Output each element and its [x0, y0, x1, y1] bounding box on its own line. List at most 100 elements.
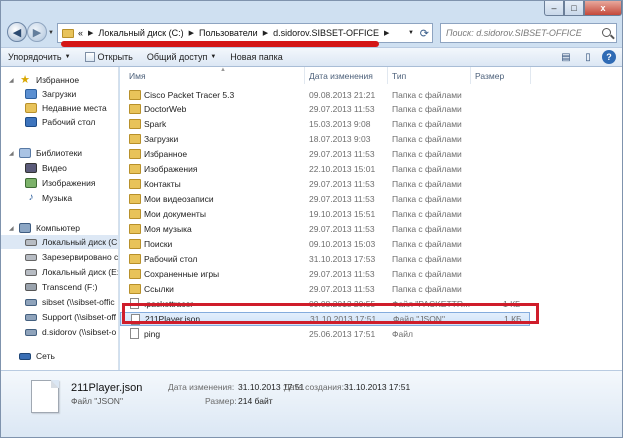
- recent-pages-dropdown[interactable]: ▼: [48, 30, 54, 36]
- file-name: Поиски: [144, 239, 173, 249]
- column-header-name[interactable]: Имя ▲: [120, 67, 305, 84]
- preview-pane-icon[interactable]: ▯: [580, 50, 596, 65]
- folder-icon: [129, 239, 141, 249]
- search-input[interactable]: Поиск: d.sidorov.SIBSET-OFFICE: [440, 23, 617, 43]
- collapse-triangle-icon[interactable]: ◢: [9, 225, 14, 232]
- breadcrumb-users[interactable]: Пользователи: [199, 28, 258, 38]
- nav-support-share[interactable]: Support (\\sibset-off: [1, 310, 118, 324]
- document-icon: [31, 380, 59, 413]
- file-row[interactable]: Spark 15.03.2013 9:08 Папка с файлами: [120, 117, 530, 131]
- nav-downloads[interactable]: Загрузки: [1, 87, 118, 101]
- nav-reserved-drive[interactable]: Зарезервировано с: [1, 250, 118, 264]
- file-type: Папка с файлами: [392, 164, 462, 174]
- minimize-button[interactable]: –: [544, 1, 564, 16]
- collapse-triangle-icon[interactable]: ◢: [9, 77, 14, 84]
- open-button[interactable]: Открыть: [78, 47, 140, 67]
- column-header-size[interactable]: Размер: [471, 67, 531, 84]
- nav-drive-e[interactable]: Локальный диск (E:: [1, 265, 118, 279]
- nav-label: Музыка: [42, 193, 73, 203]
- nav-label: Сеть: [36, 351, 55, 361]
- file-row[interactable]: Поиски 09.10.2013 15:03 Папка с файлами: [120, 237, 530, 251]
- file-row[interactable]: Рабочий стол 31.10.2013 17:53 Папка с файл…: [120, 252, 530, 266]
- nav-videos[interactable]: Видео: [1, 161, 118, 175]
- address-dropdown-icon[interactable]: ▼: [408, 30, 414, 36]
- file-row[interactable]: Моя музыка 29.07.2013 11:53 Папка с файлам…: [120, 222, 530, 236]
- help-icon[interactable]: ?: [602, 50, 616, 64]
- folder-icon: [129, 134, 141, 144]
- details-created-label: Дата создания:: [284, 382, 344, 392]
- file-row[interactable]: Загрузки 18.07.2013 9:03 Папка с файлами: [120, 132, 530, 146]
- file-type: Папка с файлами: [392, 269, 462, 279]
- breadcrumb-separator-icon[interactable]: ▶: [189, 29, 194, 37]
- breadcrumb-separator-icon[interactable]: ▶: [88, 29, 93, 37]
- file-type: Папка с файлами: [392, 194, 462, 204]
- file-row[interactable]: Мои документы 19.10.2013 15:51 Папка с фай…: [120, 207, 530, 221]
- file-row[interactable]: Изображения 22.10.2013 15:01 Папка с файла…: [120, 162, 530, 176]
- nav-label: sibset (\\sibset-offic: [42, 297, 115, 307]
- new-folder-button[interactable]: Новая папка: [223, 47, 289, 67]
- nav-libraries[interactable]: ◢ Библиотеки: [1, 146, 118, 160]
- collapse-triangle-icon[interactable]: ◢: [9, 150, 14, 157]
- nav-label: Недавние места: [42, 103, 107, 113]
- file-name: .packettracer: [144, 299, 194, 309]
- file-row[interactable]: ping 25.06.2013 17:51 Файл: [120, 327, 530, 341]
- search-icon[interactable]: [602, 28, 611, 37]
- view-options-icon[interactable]: ▤: [558, 50, 574, 65]
- organize-label: Упорядочить: [8, 52, 62, 62]
- nav-pictures[interactable]: Изображения: [1, 176, 118, 190]
- nav-recent-places[interactable]: Недавние места: [1, 101, 118, 115]
- breadcrumb-separator-icon[interactable]: ▶: [384, 29, 389, 37]
- file-date: 22.10.2013 15:01: [309, 164, 376, 174]
- file-type: Папка с файлами: [392, 119, 462, 129]
- explorer-window: – □ x ◀ ▶ ▼ « ▶ Локальный диск (C:) ▶ По…: [0, 0, 623, 438]
- nav-computer[interactable]: ◢ Компьютер: [1, 221, 118, 235]
- file-date: 29.07.2013 11:53: [309, 149, 375, 159]
- file-row[interactable]: DoctorWeb 29.07.2013 11:53 Папка с файлами: [120, 102, 530, 116]
- maximize-button[interactable]: □: [564, 1, 584, 16]
- details-size-label: Размер:: [205, 396, 237, 406]
- column-header-date[interactable]: Дата изменения: [305, 67, 388, 84]
- nav-label: Компьютер: [36, 223, 80, 233]
- forward-button[interactable]: ▶: [27, 22, 47, 42]
- file-date: 09.08.2013 20:55: [309, 299, 376, 309]
- file-row[interactable]: Избранное 29.07.2013 11:53 Папка с файлами: [120, 147, 530, 161]
- file-row[interactable]: .packettracer 09.08.2013 20:55 Файл "PACKE…: [120, 297, 530, 311]
- address-bar[interactable]: « ▶ Локальный диск (C:) ▶ Пользователи ▶…: [57, 23, 433, 43]
- breadcrumb-drive-c[interactable]: Локальный диск (C:): [98, 28, 183, 38]
- file-name: Избранное: [144, 149, 188, 159]
- folder-icon: [129, 269, 141, 279]
- nav-music[interactable]: ♪ Музыка: [1, 191, 118, 205]
- document-icon: [130, 298, 139, 309]
- nav-network[interactable]: Сеть: [1, 349, 118, 363]
- breadcrumb-separator-icon[interactable]: ▶: [263, 29, 268, 37]
- close-button[interactable]: x: [584, 1, 622, 16]
- nav-favorites[interactable]: ◢ ★ Избранное: [1, 73, 118, 87]
- folder-icon: [129, 224, 141, 234]
- nav-desktop[interactable]: Рабочий стол: [1, 115, 118, 129]
- network-drive-icon: [25, 298, 37, 306]
- column-label: Размер: [475, 70, 505, 81]
- breadcrumb-overflow[interactable]: «: [78, 28, 83, 38]
- breadcrumb-user-folder[interactable]: d.sidorov.SIBSET-OFFICE: [273, 28, 379, 38]
- organize-menu-button[interactable]: Упорядочить ▼: [1, 47, 78, 67]
- file-date: 25.06.2013 17:51: [309, 329, 376, 339]
- nav-dsidorov-share[interactable]: d.sidorov (\\sibset-o: [1, 325, 118, 339]
- file-row-selected[interactable]: 211Player.json 31.10.2013 17:51 Файл "JSON…: [120, 312, 530, 326]
- back-button[interactable]: ◀: [7, 22, 27, 42]
- refresh-icon[interactable]: ⟳: [420, 27, 429, 40]
- file-row[interactable]: Контакты 29.07.2013 11:53 Папка с файлами: [120, 177, 530, 191]
- share-menu-button[interactable]: Общий доступ ▼: [140, 47, 223, 67]
- desktop-icon: [25, 117, 37, 127]
- file-name: Моя музыка: [144, 224, 192, 234]
- details-modified-label: Дата изменения:: [168, 382, 235, 392]
- file-date: 29.07.2013 11:53: [309, 284, 375, 294]
- folder-icon: [129, 119, 141, 129]
- file-row[interactable]: Cisco Packet Tracer 5.3 09.08.2013 21:21 П…: [120, 88, 530, 102]
- file-row[interactable]: Ссылки 29.07.2013 11:53 Папка с файлами: [120, 282, 530, 296]
- nav-transcend-f[interactable]: Transcend (F:): [1, 280, 118, 294]
- nav-sibset-share[interactable]: sibset (\\sibset-offic: [1, 295, 118, 309]
- file-row[interactable]: Сохраненные игры 29.07.2013 11:53 Папка с …: [120, 267, 530, 281]
- file-row[interactable]: Мои видеозаписи 29.07.2013 11:53 Папка с ф…: [120, 192, 530, 206]
- nav-drive-c[interactable]: Локальный диск (C: [1, 235, 118, 249]
- column-header-type[interactable]: Тип: [388, 67, 471, 84]
